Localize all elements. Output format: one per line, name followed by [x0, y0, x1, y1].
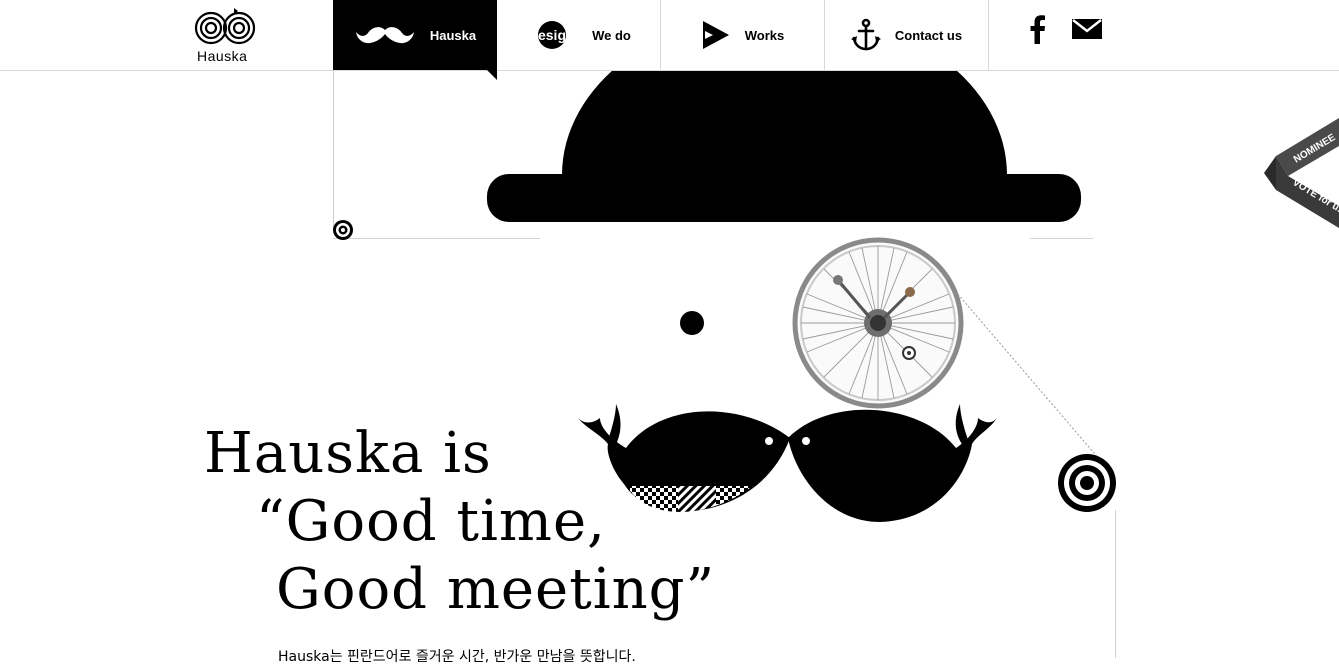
- nav-label-hauska: Hauska: [429, 27, 477, 43]
- nav-label-contact: Contact us: [894, 27, 963, 43]
- main-nav: Hauska design We do Works Contact us: [333, 0, 989, 80]
- bowler-hat-brim: [487, 174, 1081, 222]
- design-badge-text: design: [530, 27, 575, 43]
- small-target-icon: [333, 220, 353, 240]
- nominee-ribbon-icon: NOMINEE VOTE for us: [1264, 118, 1339, 228]
- anchor-icon: [850, 18, 881, 51]
- hauska-logo[interactable]: Hauska: [194, 6, 256, 64]
- large-target-icon: [1058, 454, 1116, 512]
- hero-headline: Hauska is “Good time, Good meeting”: [204, 420, 715, 624]
- headline-line-2: “Good time,: [256, 489, 606, 554]
- facebook-link[interactable]: [1030, 14, 1046, 49]
- mustache-icon: [355, 27, 414, 44]
- whale-mustache-right: [788, 404, 998, 522]
- nav-item-works[interactable]: Works: [661, 0, 825, 70]
- nav-item-hauska[interactable]: Hauska: [333, 0, 497, 80]
- nav-label-works: Works: [744, 27, 785, 43]
- headline-line-3: Good meeting”: [276, 557, 716, 622]
- nominee-ribbon[interactable]: NOMINEE VOTE for us: [1262, 118, 1339, 228]
- hero-subtext: Hauska는 핀란드어로 즐거운 시간, 반가운 만남을 뜻합니다.: [278, 649, 636, 665]
- frame-divider-vertical: [333, 70, 334, 230]
- social-links: [1030, 14, 1102, 49]
- mail-link[interactable]: [1072, 18, 1102, 45]
- nav-item-we-do[interactable]: design We do: [497, 0, 661, 70]
- mail-icon: [1072, 19, 1102, 39]
- design-badge-icon: design: [530, 21, 575, 49]
- play-icon: [702, 21, 729, 49]
- logo-mark-icon: [194, 8, 256, 45]
- nav-item-contact[interactable]: Contact us: [825, 0, 989, 70]
- site-header: Hauska Hauska design We do Works Contact…: [0, 0, 1339, 80]
- headline-line-1: Hauska is: [204, 421, 492, 486]
- logo-text: Hauska: [197, 48, 248, 64]
- frame-divider-right: [1115, 510, 1116, 658]
- facebook-icon: [1030, 15, 1045, 44]
- nav-label-we-do: We do: [592, 27, 631, 43]
